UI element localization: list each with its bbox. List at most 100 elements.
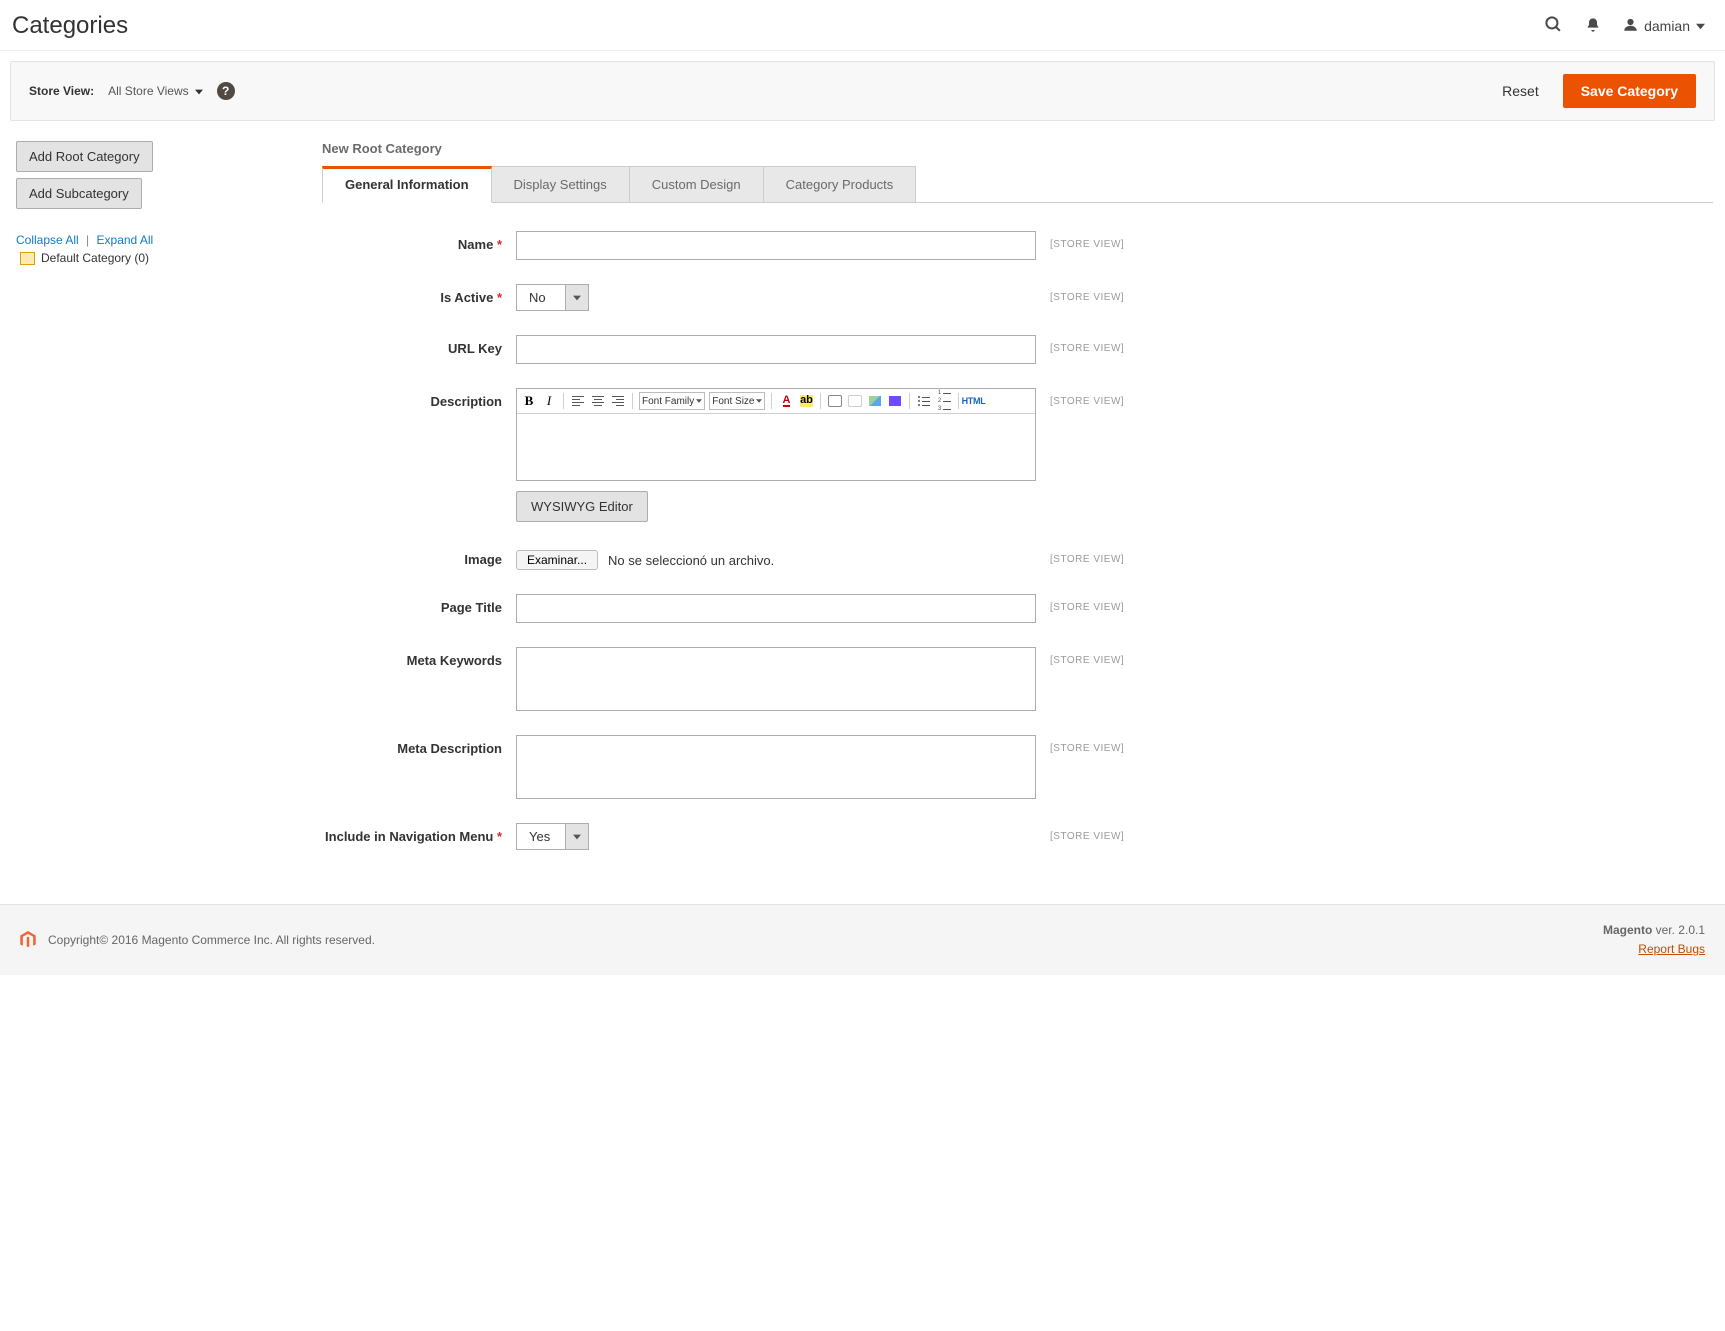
copyright: Copyright© 2016 Magento Commerce Inc. Al… (48, 933, 375, 947)
file-status: No se seleccionó un archivo. (608, 553, 774, 568)
select-include-nav-value: Yes (516, 823, 565, 850)
select-is-active-value: No (516, 284, 565, 311)
store-view-value: All Store Views (108, 84, 188, 98)
magento-logo-icon (20, 931, 36, 949)
select-include-nav[interactable]: Yes (516, 823, 589, 850)
save-category-button[interactable]: Save Category (1563, 74, 1696, 108)
align-left-icon[interactable] (570, 393, 586, 409)
label-name: Name (322, 231, 502, 252)
row-page-title: Page Title [STORE VIEW] (322, 594, 1713, 623)
report-bugs-link[interactable]: Report Bugs (1638, 942, 1705, 956)
label-include-nav: Include in Navigation Menu (322, 823, 502, 844)
fontcolor-icon[interactable]: A (778, 393, 794, 409)
align-right-icon[interactable] (610, 393, 626, 409)
media-icon[interactable] (887, 393, 903, 409)
row-url-key: URL Key [STORE VIEW] (322, 335, 1713, 364)
row-meta-keywords: Meta Keywords [STORE VIEW] (322, 647, 1713, 711)
tabs: General Information Display Settings Cus… (322, 166, 1713, 203)
bulleted-list-icon[interactable] (916, 393, 932, 409)
rte: B I (516, 388, 1036, 481)
separator (563, 393, 564, 409)
label-is-active: Is Active (322, 284, 502, 305)
body: Add Root Category Add Subcategory Collap… (0, 131, 1725, 904)
store-view-label: Store View: (29, 84, 94, 98)
username: damian (1644, 18, 1690, 34)
separator (958, 393, 959, 409)
input-url-key[interactable] (516, 335, 1036, 364)
tab-category-products[interactable]: Category Products (764, 166, 917, 203)
font-size-select[interactable]: Font Size (709, 392, 765, 410)
help-icon[interactable]: ? (217, 82, 235, 100)
scope-name: [STORE VIEW] (1050, 231, 1713, 250)
input-name[interactable] (516, 231, 1036, 260)
panel-title: New Root Category (322, 141, 1713, 156)
align-center-icon[interactable] (590, 393, 606, 409)
bold-icon[interactable]: B (521, 393, 537, 409)
scope-include-nav: [STORE VIEW] (1050, 823, 1713, 842)
form: Name [STORE VIEW] Is Active No [STORE VI… (322, 231, 1713, 850)
collapse-all-link[interactable]: Collapse All (16, 233, 79, 247)
label-url-key: URL Key (322, 335, 502, 356)
unlink-icon[interactable] (847, 393, 863, 409)
tree-actions: Collapse All | Expand All (12, 233, 312, 247)
separator (632, 393, 633, 409)
product-name: Magento (1603, 923, 1652, 937)
header-controls: damian (1544, 15, 1705, 37)
textarea-meta-keywords[interactable] (516, 647, 1036, 711)
store-view-select[interactable]: All Store Views (108, 84, 202, 98)
footer: Copyright© 2016 Magento Commerce Inc. Al… (0, 904, 1725, 975)
image-icon[interactable] (867, 393, 883, 409)
user-icon (1623, 17, 1638, 35)
tab-general-information[interactable]: General Information (322, 166, 492, 203)
font-family-select[interactable]: Font Family (639, 392, 705, 410)
folder-icon (20, 252, 35, 265)
separator (820, 393, 821, 409)
file-browse-button[interactable]: Examinar... (516, 550, 598, 570)
scope-meta-keywords: [STORE VIEW] (1050, 647, 1713, 666)
label-page-title: Page Title (322, 594, 502, 615)
chevron-down-icon (1696, 18, 1705, 34)
row-meta-description: Meta Description [STORE VIEW] (322, 735, 1713, 799)
backcolor-icon[interactable]: ab (798, 393, 814, 409)
link-icon[interactable] (827, 393, 843, 409)
wysiwyg-editor-button[interactable]: WYSIWYG Editor (516, 491, 648, 522)
label-meta-keywords: Meta Keywords (322, 647, 502, 668)
page-title: Categories (12, 12, 128, 40)
select-is-active[interactable]: No (516, 284, 589, 311)
row-description: Description B I (322, 388, 1713, 522)
version-line: Magento ver. 2.0.1 (1603, 921, 1705, 940)
rte-body[interactable] (517, 414, 1035, 480)
tab-custom-design[interactable]: Custom Design (630, 166, 764, 203)
rte-toolbar: B I (517, 389, 1035, 414)
input-page-title[interactable] (516, 594, 1036, 623)
page-header: Categories damian (0, 0, 1725, 51)
row-image: Image Examinar... No se seleccionó un ar… (322, 546, 1713, 570)
search-icon[interactable] (1544, 15, 1563, 37)
expand-all-link[interactable]: Expand All (97, 233, 154, 247)
textarea-meta-description[interactable] (516, 735, 1036, 799)
version: ver. 2.0.1 (1652, 923, 1705, 937)
add-root-category-button[interactable]: Add Root Category (16, 141, 153, 172)
add-subcategory-button[interactable]: Add Subcategory (16, 178, 142, 209)
actions-bar: Store View: All Store Views ? Reset Save… (10, 61, 1715, 121)
tree-item-default-category[interactable]: Default Category (0) (12, 251, 312, 265)
reset-button[interactable]: Reset (1496, 82, 1545, 100)
row-name: Name [STORE VIEW] (322, 231, 1713, 260)
html-icon[interactable]: HTML (965, 393, 981, 409)
tab-display-settings[interactable]: Display Settings (492, 166, 630, 203)
main-panel: New Root Category General Information Di… (322, 141, 1713, 874)
actions-right: Reset Save Category (1496, 74, 1696, 108)
user-menu[interactable]: damian (1623, 17, 1705, 35)
chevron-down-icon (565, 823, 589, 850)
chevron-down-icon (565, 284, 589, 311)
label-meta-description: Meta Description (322, 735, 502, 756)
italic-icon[interactable]: I (541, 393, 557, 409)
label-description: Description (322, 388, 502, 409)
bell-icon[interactable] (1585, 17, 1601, 36)
separator (771, 393, 772, 409)
font-family-label: Font Family (642, 396, 694, 407)
numbered-list-icon[interactable]: 1 2 3 (936, 393, 952, 409)
scope-url-key: [STORE VIEW] (1050, 335, 1713, 354)
row-include-nav: Include in Navigation Menu Yes [STORE VI… (322, 823, 1713, 850)
scope-image: [STORE VIEW] (1050, 546, 1713, 565)
